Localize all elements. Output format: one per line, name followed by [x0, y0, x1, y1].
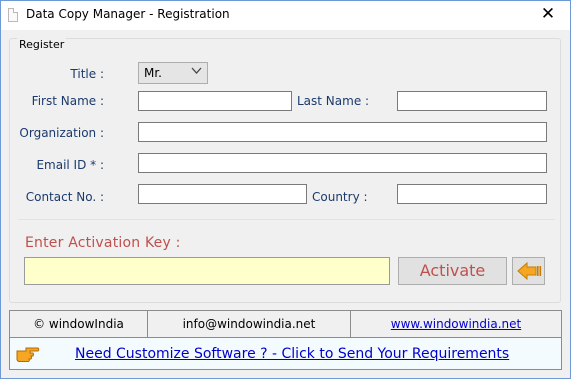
title-select[interactable]: Mr. [138, 62, 208, 84]
chevron-down-icon [191, 65, 202, 78]
country-field[interactable] [397, 184, 547, 204]
pointing-hand-icon [16, 343, 40, 363]
activation-key-input[interactable] [24, 257, 390, 285]
app-icon [8, 8, 18, 22]
organization-field[interactable] [138, 122, 547, 142]
registration-window: Data Copy Manager - Registration ✕ Regis… [0, 0, 571, 379]
separator [18, 219, 555, 220]
copyright-text: © windowIndia [33, 317, 124, 331]
last-name-field[interactable] [397, 91, 547, 111]
contact-email: info@windowindia.net [182, 317, 316, 331]
email-field[interactable] [138, 153, 547, 173]
activate-button[interactable]: Activate [398, 257, 507, 285]
contact-label: Contact No. : [25, 190, 104, 204]
customize-banner: Need Customize Software ? - Click to Sen… [9, 338, 562, 370]
close-button[interactable]: ✕ [526, 1, 570, 30]
contact-field[interactable] [138, 184, 307, 204]
first-name-field[interactable] [138, 91, 292, 111]
activation-key-label: Enter Activation Key : [25, 235, 181, 251]
country-label: Country : [312, 190, 368, 204]
email-label: Email ID * : [36, 158, 104, 172]
title-select-value: Mr. [144, 66, 162, 80]
title-bar: Data Copy Manager - Registration ✕ [1, 1, 570, 30]
register-group-label: Register [17, 38, 67, 51]
window-title: Data Copy Manager - Registration [26, 7, 230, 21]
footer-bar: © windowIndia info@windowindia.net www.w… [9, 310, 562, 338]
organization-label: Organization : [19, 126, 104, 140]
last-name-label: Last Name : [297, 94, 370, 108]
customize-software-link[interactable]: Need Customize Software ? - Click to Sen… [75, 346, 509, 362]
back-button[interactable] [512, 257, 545, 285]
first-name-label: First Name : [31, 94, 104, 108]
arrow-left-icon [516, 261, 542, 284]
website-link[interactable]: www.windowindia.net [351, 311, 561, 337]
title-label: Title : [70, 67, 104, 81]
